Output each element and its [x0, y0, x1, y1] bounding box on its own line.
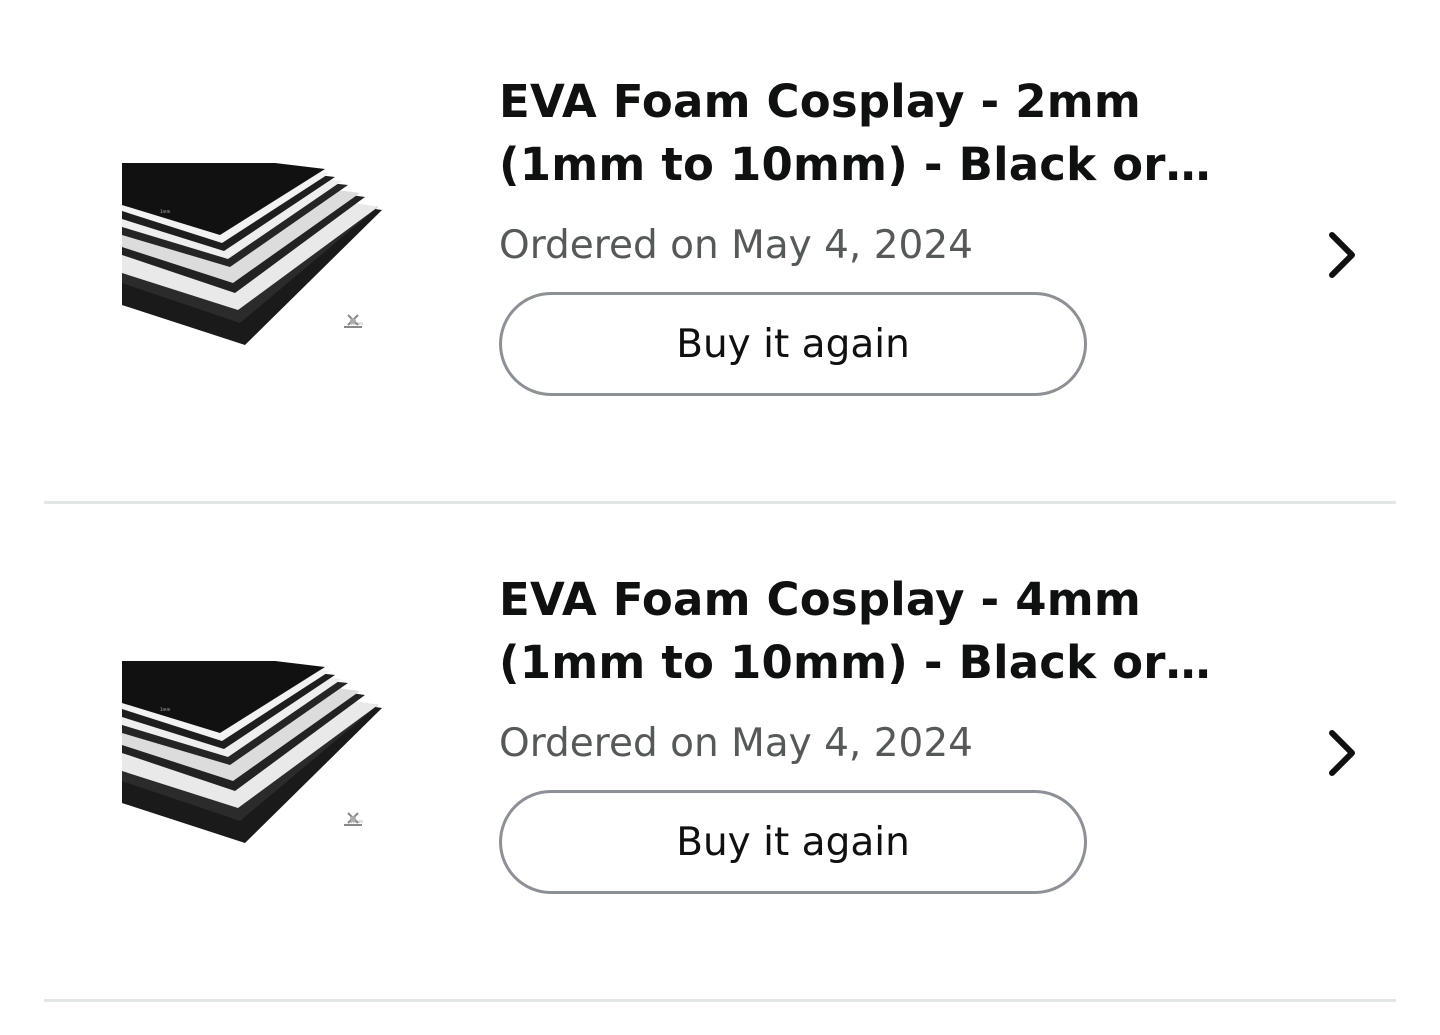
svg-text:1mm: 1mm	[160, 707, 170, 712]
product-title[interactable]: EVA Foam Cosplay - 4mm (1mm to 10mm) - B…	[499, 568, 1299, 694]
chevron-right-icon[interactable]	[1318, 225, 1368, 285]
product-thumbnail[interactable]: 1mm 10mm	[120, 653, 395, 853]
order-item[interactable]: 1mm 10mm EVA Foam Cosplay - 4mm (1mm to …	[0, 498, 1440, 998]
product-title[interactable]: EVA Foam Cosplay - 2mm (1mm to 10mm) - B…	[499, 70, 1299, 196]
foam-sheets-image: 1mm 10mm	[122, 661, 382, 843]
chevron-right-icon[interactable]	[1318, 723, 1368, 783]
buy-it-again-button[interactable]: Buy it again	[499, 790, 1087, 894]
ordered-date: Ordered on May 4, 2024	[499, 223, 973, 268]
order-item[interactable]: 1mm 10mm EVA Foam Cosplay - 2mm (1mm to …	[0, 0, 1440, 500]
foam-sheets-image: 1mm 10mm	[122, 163, 382, 345]
ordered-date: Ordered on May 4, 2024	[499, 721, 973, 766]
divider	[44, 999, 1396, 1002]
buy-it-again-button[interactable]: Buy it again	[499, 292, 1087, 396]
order-list: 1mm 10mm EVA Foam Cosplay - 2mm (1mm to …	[0, 0, 1440, 1035]
product-thumbnail[interactable]: 1mm 10mm	[120, 155, 395, 355]
svg-text:1mm: 1mm	[160, 209, 170, 214]
